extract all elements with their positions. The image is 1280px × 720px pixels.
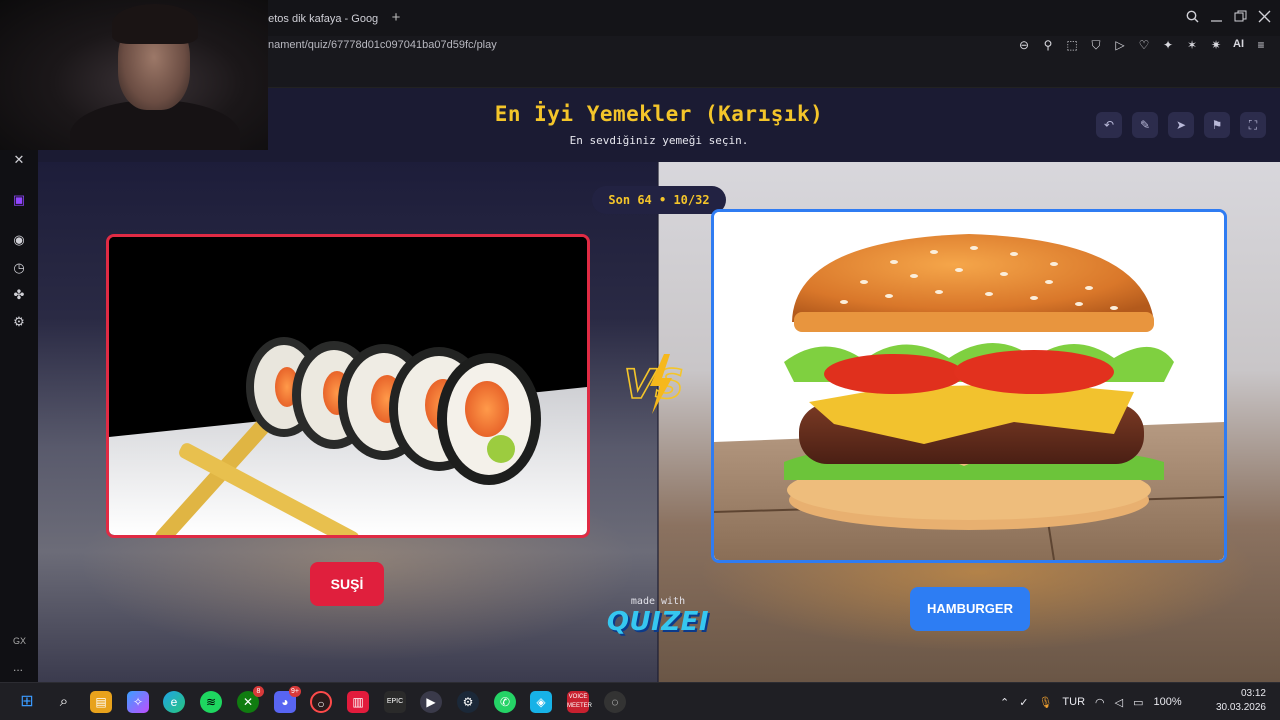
minimize-icon[interactable]: [1210, 10, 1223, 23]
quiz-arena: Son 64 • 10/32 SUŞİ HAMBURGER made with …: [38, 162, 1280, 682]
undo-button[interactable]: ↶: [1096, 112, 1122, 138]
shield-icon[interactable]: ⛉: [1089, 38, 1103, 53]
close-icon[interactable]: [1258, 10, 1271, 23]
share-icon: ➤: [1175, 118, 1187, 132]
copilot-icon[interactable]: ✧: [127, 691, 149, 713]
screen: eetos dik kafaya - Goog + nament/quiz/67…: [0, 0, 1280, 720]
flag-icon: ⚑: [1211, 118, 1223, 132]
clock-date: 30.03.2026: [1215, 702, 1266, 713]
app-icon[interactable]: ▥: [347, 691, 369, 713]
heart-icon[interactable]: ♡: [1137, 38, 1151, 53]
extensions-icon[interactable]: ✤: [11, 287, 27, 303]
option-card-left[interactable]: [106, 234, 590, 538]
quiz-header-buttons: ↶ ✎ ➤ ⚑ ⛶: [1096, 112, 1266, 138]
edit-icon: ✎: [1139, 118, 1151, 132]
flag-button[interactable]: ⚑: [1204, 112, 1230, 138]
opera-gx-icon[interactable]: ○: [310, 691, 332, 713]
webcam-overlay: [0, 0, 268, 150]
undo-icon: ↶: [1103, 118, 1115, 132]
search-icon[interactable]: [1186, 10, 1199, 23]
extension-icon[interactable]: ✶: [1185, 38, 1199, 53]
browser-tab[interactable]: eetos dik kafaya - Goog: [262, 8, 392, 30]
windows-start-icon[interactable]: ⊞: [16, 691, 38, 713]
settings-icon[interactable]: ⚙: [11, 314, 27, 330]
battery-icon[interactable]: ▭: [1133, 696, 1143, 709]
media-player-icon[interactable]: ▶: [420, 691, 442, 713]
sushi-image: [109, 237, 587, 535]
xbox-badge: 8: [253, 686, 264, 697]
voicemeeter-icon[interactable]: VOICE MEETER: [567, 691, 592, 713]
wifi-icon[interactable]: ◠: [1095, 696, 1105, 709]
spotify-icon[interactable]: ≋: [200, 691, 222, 713]
steam-icon[interactable]: ⚙: [457, 691, 479, 713]
pin-icon[interactable]: ⚲: [1041, 38, 1055, 53]
restore-icon[interactable]: [1234, 10, 1247, 23]
snapshot-icon[interactable]: ⬚: [1065, 38, 1079, 53]
vs-emblem: VS: [623, 354, 685, 414]
url-field[interactable]: nament/quiz/67778d01c097041ba07d59fc/pla…: [268, 39, 497, 51]
fullscreen-button[interactable]: ⛶: [1240, 112, 1266, 138]
whatsapp-icon[interactable]: ✆: [494, 691, 516, 713]
made-with-badge[interactable]: made with QUIZEI: [598, 596, 718, 637]
more-icon[interactable]: ...: [13, 660, 23, 674]
browser-toolbar: ⊖ ⚲ ⬚ ⛉ ▷ ♡ ✦ ✶ ✷ AI ≡: [1017, 38, 1268, 53]
option-label-right[interactable]: HAMBURGER: [910, 587, 1030, 631]
spotify-icon[interactable]: ◉: [11, 232, 27, 248]
twitch-icon[interactable]: ▣: [11, 192, 27, 208]
share-button[interactable]: ➤: [1168, 112, 1194, 138]
search-icon[interactable]: ⌕: [53, 691, 75, 713]
zoom-out-icon[interactable]: ⊖: [1017, 38, 1031, 53]
clock-time: 03:12: [1240, 688, 1266, 699]
hamburger-image: [714, 212, 1224, 560]
history-icon[interactable]: ◷: [11, 260, 27, 276]
made-with-text: made with: [630, 596, 686, 607]
new-tab-button[interactable]: +: [388, 10, 404, 26]
round-badge: Son 64 • 10/32: [592, 186, 726, 214]
xbox-icon[interactable]: ✕ 8: [237, 686, 264, 713]
system-tray: ⌃ ✓ 🎙 TUR ◠ ◁ ▭ 100%: [1000, 683, 1182, 720]
option-card-right[interactable]: [711, 209, 1227, 563]
battery-percent: 100%: [1153, 696, 1182, 708]
x-icon[interactable]: ✕: [11, 152, 27, 168]
extension-icon[interactable]: ✦: [1161, 38, 1175, 53]
edge-icon[interactable]: e: [163, 691, 185, 713]
menu-icon[interactable]: ≡: [1254, 38, 1268, 53]
gx-label[interactable]: GX: [13, 636, 26, 646]
webcam-person-hair: [112, 4, 198, 44]
ai-button[interactable]: AI: [1233, 38, 1244, 53]
edit-button[interactable]: ✎: [1132, 112, 1158, 138]
play-icon[interactable]: ▷: [1113, 38, 1127, 53]
extension-icon[interactable]: ✷: [1209, 38, 1223, 53]
taskbar: ⊞ ⌕ ▤ ✧ e ≋ ✕ 8 ◕ 9+ ○ ▥ EPIC ▶ ⚙ ✆ ◈ VOIC…: [0, 682, 1280, 720]
tray-app-icon[interactable]: ✓: [1019, 696, 1028, 709]
volume-icon[interactable]: ◁: [1115, 696, 1123, 709]
file-explorer-icon[interactable]: ▤: [90, 691, 112, 713]
language-indicator[interactable]: TUR: [1062, 696, 1085, 708]
option-label-left[interactable]: SUŞİ: [310, 562, 384, 606]
kodi-icon[interactable]: ◈: [530, 691, 552, 713]
chevron-up-icon[interactable]: ⌃: [1000, 696, 1009, 709]
microphone-icon[interactable]: 🎙: [1038, 696, 1052, 709]
clock[interactable]: 03:12 30.03.2026: [1216, 687, 1266, 715]
epic-games-icon[interactable]: EPIC: [384, 691, 406, 713]
fullscreen-icon: ⛶: [1248, 118, 1258, 132]
discord-badge: 9+: [289, 686, 301, 697]
browser-sidebar: ✕ ▣ ◉ ◷ ✤ ⚙ GX ...: [0, 88, 38, 682]
app-icon[interactable]: ◌: [604, 691, 626, 713]
discord-icon[interactable]: ◕ 9+: [274, 686, 301, 713]
quizei-logo: QUIZEI: [606, 607, 710, 637]
